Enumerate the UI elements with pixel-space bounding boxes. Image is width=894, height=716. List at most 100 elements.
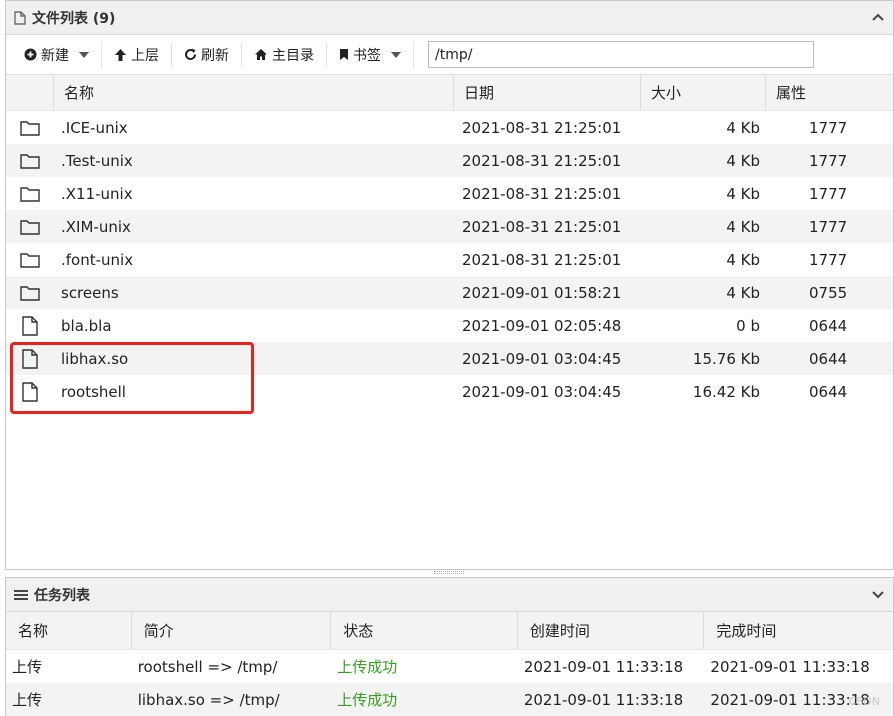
up-label: 上层 (131, 47, 159, 64)
refresh-label: 刷新 (201, 47, 229, 64)
task-grid-header: 名称 简介 状态 创建时间 完成时间 (6, 612, 893, 650)
folder-icon (6, 111, 54, 144)
file-attr: 1777 (809, 118, 848, 137)
file-size: 4 Kb (726, 118, 760, 137)
folder-icon (6, 210, 54, 243)
caret-down-icon (79, 51, 89, 58)
task-type: 上传 (12, 658, 43, 676)
new-button[interactable]: 新建 (16, 42, 97, 68)
list-icon (14, 589, 28, 600)
chevron-up-icon[interactable] (871, 10, 885, 24)
home-icon (255, 49, 267, 60)
highlight-box (10, 342, 254, 414)
task-status: 上传成功 (337, 691, 398, 709)
task-desc: rootshell => /tmp/ (137, 657, 278, 676)
task-list-header: 任务列表 (6, 578, 893, 612)
task-created: 2021-09-01 11:33:18 (523, 657, 684, 676)
file-name[interactable]: screens (54, 276, 454, 309)
icon-column-header (6, 75, 54, 110)
watermark-logo: CSDN (848, 695, 880, 708)
file-icon (14, 10, 26, 25)
folder-icon (6, 243, 54, 276)
refresh-button[interactable]: 刷新 (176, 42, 237, 68)
file-list-title: 文件列表 (9) (32, 10, 116, 27)
file-list-panel: 文件列表 (9) 新建 上层 刷新 主目录 书签 /tmp/ 名称 日期 大小 … (5, 0, 894, 570)
task-desc-header[interactable]: 简介 (132, 612, 332, 649)
attr-column-header[interactable]: 属性 (766, 75, 893, 110)
bookmark-icon (340, 49, 348, 60)
toolbar-divider (171, 41, 172, 68)
file-size: 4 Kb (726, 217, 760, 236)
file-date: 2021-08-31 21:25:01 (462, 217, 622, 236)
task-status: 上传成功 (337, 658, 398, 676)
file-attr: 0644 (809, 382, 848, 401)
file-icon (6, 309, 54, 342)
toolbar-divider (101, 41, 102, 68)
file-attr: 0755 (809, 283, 848, 302)
chevron-down-icon[interactable] (871, 587, 885, 601)
file-attr: 1777 (809, 250, 848, 269)
file-size: 4 Kb (726, 151, 760, 170)
file-date: 2021-08-31 21:25:01 (462, 151, 622, 170)
bookmark-button[interactable]: 书签 (331, 42, 409, 68)
file-date: 2021-09-01 03:04:45 (462, 382, 622, 401)
file-date: 2021-09-01 02:05:48 (462, 316, 622, 335)
file-name[interactable]: .X11-unix (54, 177, 454, 210)
task-row[interactable]: 上传 libhax.so => /tmp/上传成功 2021-09-01 11:33… (6, 683, 893, 716)
toolbar-divider (326, 41, 327, 68)
file-grid-header: 名称 日期 大小 属性 (6, 75, 893, 111)
bookmark-label: 书签 (353, 47, 381, 64)
task-list-title: 任务列表 (34, 587, 90, 604)
file-date: 2021-09-01 01:58:21 (462, 283, 622, 302)
file-attr: 1777 (809, 217, 848, 236)
file-size: 0 b (736, 316, 760, 335)
task-created-header[interactable]: 创建时间 (518, 612, 705, 649)
new-label: 新建 (41, 47, 69, 64)
file-row[interactable]: screens 2021-09-01 01:58:21 4 Kb 0755 (6, 276, 893, 309)
resize-handle[interactable] (434, 571, 464, 574)
size-column-header[interactable]: 大小 (641, 75, 766, 110)
toolbar-divider (413, 41, 414, 68)
file-attr: 0644 (809, 316, 848, 335)
task-created: 2021-09-01 11:33:18 (523, 690, 684, 709)
file-row[interactable]: .Test-unix 2021-08-31 21:25:01 4 Kb 1777 (6, 144, 893, 177)
file-date: 2021-08-31 21:25:01 (462, 184, 622, 203)
task-list-panel: 任务列表 名称 简介 状态 创建时间 完成时间 上传 rootshell => /… (5, 577, 894, 716)
folder-icon (6, 177, 54, 210)
home-button[interactable]: 主目录 (246, 42, 322, 68)
task-done-header[interactable]: 完成时间 (704, 612, 893, 649)
file-size: 16.42 Kb (692, 382, 760, 401)
file-date: 2021-08-31 21:25:01 (462, 118, 622, 137)
task-desc: libhax.so => /tmp/ (137, 690, 280, 709)
file-row[interactable]: .font-unix 2021-08-31 21:25:01 4 Kb 1777 (6, 243, 893, 276)
file-row[interactable]: .ICE-unix 2021-08-31 21:25:01 4 Kb 1777 (6, 111, 893, 144)
file-size: 4 Kb (726, 283, 760, 302)
home-label: 主目录 (272, 47, 314, 64)
up-button[interactable]: 上层 (106, 42, 167, 68)
file-name[interactable]: .font-unix (54, 243, 454, 276)
file-row[interactable]: bla.bla 2021-09-01 02:05:48 0 b 0644 (6, 309, 893, 342)
file-list-header: 文件列表 (9) (6, 1, 893, 35)
file-row[interactable]: .XIM-unix 2021-08-31 21:25:01 4 Kb 1777 (6, 210, 893, 243)
date-column-header[interactable]: 日期 (454, 75, 641, 110)
file-row[interactable]: .X11-unix 2021-08-31 21:25:01 4 Kb 1777 (6, 177, 893, 210)
task-status-header[interactable]: 状态 (331, 612, 518, 649)
file-size: 15.76 Kb (692, 349, 760, 368)
folder-icon (6, 276, 54, 309)
file-toolbar: 新建 上层 刷新 主目录 书签 (6, 35, 893, 75)
arrow-up-icon (115, 48, 126, 61)
task-type: 上传 (12, 691, 43, 709)
plus-circle-icon (24, 48, 37, 61)
file-size: 4 Kb (726, 250, 760, 269)
file-name[interactable]: .ICE-unix (54, 111, 454, 144)
file-name[interactable]: .Test-unix (54, 144, 454, 177)
path-input[interactable] (428, 41, 814, 68)
file-name[interactable]: bla.bla (54, 309, 454, 342)
toolbar-divider (241, 41, 242, 68)
task-row[interactable]: 上传 rootshell => /tmp/上传成功 2021-09-01 11:33… (6, 650, 893, 683)
file-attr: 1777 (809, 151, 848, 170)
task-type-header[interactable]: 名称 (6, 612, 132, 649)
name-column-header[interactable]: 名称 (54, 75, 454, 110)
file-name[interactable]: .XIM-unix (54, 210, 454, 243)
file-size: 4 Kb (726, 184, 760, 203)
